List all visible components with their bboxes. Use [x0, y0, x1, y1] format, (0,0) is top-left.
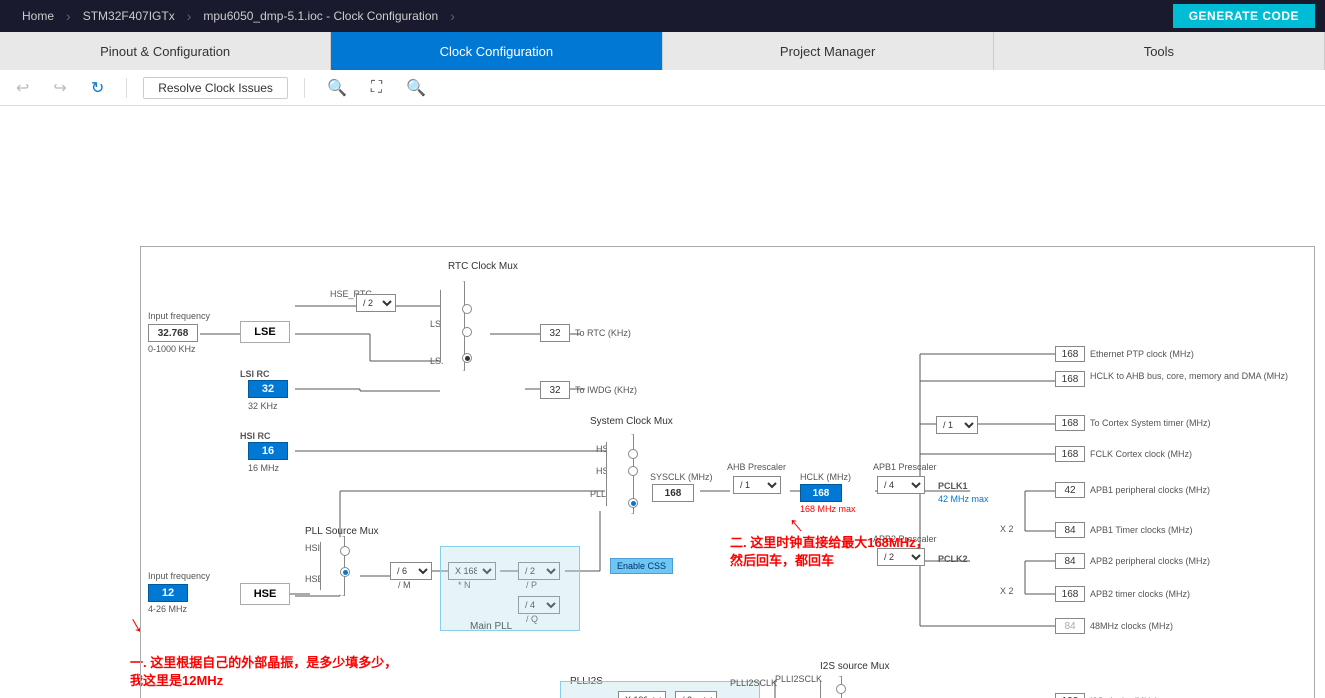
top-nav: Home › STM32F407IGTx › mpu6050_dmp-5.1.i…: [0, 0, 1325, 32]
tab-tools[interactable]: Tools: [994, 32, 1325, 70]
nav-sep-3: ›: [450, 8, 455, 24]
nav-home[interactable]: Home: [10, 0, 66, 32]
refresh-button[interactable]: ↻: [85, 76, 110, 100]
toolbar: ↩ ↪ ↻ Resolve Clock Issues 🔍 ⛶ 🔍: [0, 70, 1325, 106]
toolbar-separator-2: [304, 78, 305, 98]
nav-chip[interactable]: STM32F407IGTx: [71, 0, 187, 32]
redo-button[interactable]: ↪: [47, 76, 72, 100]
fit-button[interactable]: ⛶: [365, 77, 388, 99]
resolve-clock-issues-button[interactable]: Resolve Clock Issues: [143, 77, 288, 99]
clock-canvas: Input frequency 32.768 0-1000 KHz LSE LS…: [0, 106, 1325, 698]
tab-pinout[interactable]: Pinout & Configuration: [0, 32, 331, 70]
main-area: Input frequency 32.768 0-1000 KHz LSE LS…: [0, 106, 1325, 698]
tab-project[interactable]: Project Manager: [663, 32, 994, 70]
tab-clock[interactable]: Clock Configuration: [331, 32, 662, 70]
toolbar-separator: [126, 78, 127, 98]
zoom-out-button[interactable]: 🔍: [400, 76, 432, 100]
tab-bar: Pinout & Configuration Clock Configurati…: [0, 32, 1325, 70]
zoom-in-button[interactable]: 🔍: [321, 76, 353, 100]
diagram-border: [140, 246, 1315, 698]
nav-file[interactable]: mpu6050_dmp-5.1.ioc - Clock Configuratio…: [191, 0, 450, 32]
generate-code-button[interactable]: GENERATE CODE: [1173, 4, 1315, 28]
undo-button[interactable]: ↩: [10, 76, 35, 100]
